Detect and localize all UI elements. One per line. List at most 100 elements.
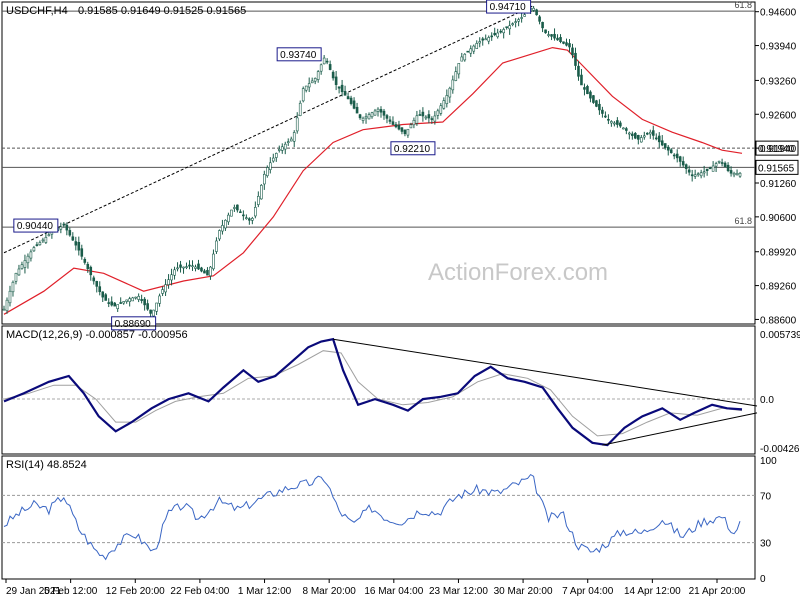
candle-body [119,302,122,304]
price-annotation-label: 0.93740 [280,50,317,61]
price-y-tick-label: 0.91260 [760,179,797,190]
candle-body [475,43,479,49]
candle-body [421,111,425,117]
candle-body [493,32,496,36]
candle-body [496,32,499,38]
candle-body [472,45,476,52]
time-axis-label: 5 Feb 12:00 [44,586,98,597]
candle-body [433,115,437,122]
candle-body [122,301,125,304]
candle-body [197,263,200,270]
candle-body [176,267,179,270]
candle-body [723,162,727,168]
watermark: ActionForex.com [428,259,608,286]
candle-body [143,298,146,306]
candle-body [628,132,631,135]
candle-body [316,71,320,80]
price-y-tick-label: 0.93260 [760,76,797,87]
candle-body [140,299,143,301]
candle-body [322,57,326,65]
candle-body [553,33,556,39]
candle-body [535,9,538,16]
candle-body [271,157,275,162]
time-axis-label: 14 Apr 12:00 [624,586,681,597]
candle-body [248,218,251,221]
candle-body [517,19,520,22]
candle-body [625,128,628,131]
candle-body [47,234,51,237]
candle-body [430,118,434,120]
candle-body [304,85,308,91]
candle-body [478,41,482,44]
candle-body [268,162,272,170]
candle-body [32,247,36,252]
candle-body [116,304,119,309]
candle-body [41,239,45,242]
candle-body [373,110,377,116]
candle-body [708,167,712,170]
candle-body [146,303,149,310]
candle-body [714,163,718,167]
candle-body [520,17,523,19]
candle-body [514,21,517,23]
candle-body [669,149,673,154]
candle-body [403,129,407,135]
candle-body [343,91,347,96]
candle-body [427,114,431,119]
candle-body [125,299,128,302]
candle-body [511,23,514,25]
candle-body [328,64,332,70]
candle-body [86,263,90,269]
candle-body [595,100,598,107]
candle-body [663,143,667,148]
candle-body [361,117,365,121]
candle-body [666,146,670,151]
candle-body [185,266,188,268]
time-axis-label: 12 Feb 20:00 [106,586,165,597]
candle-body [717,160,721,163]
candle-body [502,29,505,34]
price-y-tick-label: 0.91940 [760,144,797,155]
fib-level-label: 61.8 [734,216,752,226]
price-y-tick-label: 0.89920 [760,248,797,259]
candle-body [490,35,494,38]
candle-body [104,294,108,301]
candle-body [574,52,577,66]
candle-body [711,165,715,172]
candle-body [565,42,568,46]
candle-body [251,218,254,221]
candle-body [254,207,257,217]
candle-body [107,302,111,304]
candle-body [699,172,703,177]
candle-body [648,131,652,135]
candle-body [532,7,535,11]
candle-body [331,71,335,79]
candle-body [690,174,694,177]
candle-body [442,100,446,109]
candle-body [313,78,317,82]
candle-body [364,116,368,119]
candle-body [230,209,233,217]
candle-body [38,242,42,246]
candle-body [307,83,311,88]
candle-body [400,127,404,132]
candle-body [83,258,87,263]
candle-body [245,217,248,220]
chart-symbol: USDCHF,H4 [6,5,68,17]
candle-body [236,204,239,211]
macd-y-tick-label: 0.005739 [760,330,800,341]
candle-body [164,284,167,293]
candle-body [71,236,75,241]
fib-level-label: 61.8 [734,0,752,10]
candle-body [20,264,24,269]
time-axis-label: 8 Mar 20:00 [302,586,356,597]
candle-body [158,295,161,304]
candle-body [484,38,488,41]
candle-body [188,264,191,267]
candle-body [260,185,263,200]
candle-body [26,255,30,264]
candle-body [622,127,625,130]
candle-body [684,164,688,169]
price-y-tick-label: 0.92600 [760,110,797,121]
candle-body [729,170,733,174]
